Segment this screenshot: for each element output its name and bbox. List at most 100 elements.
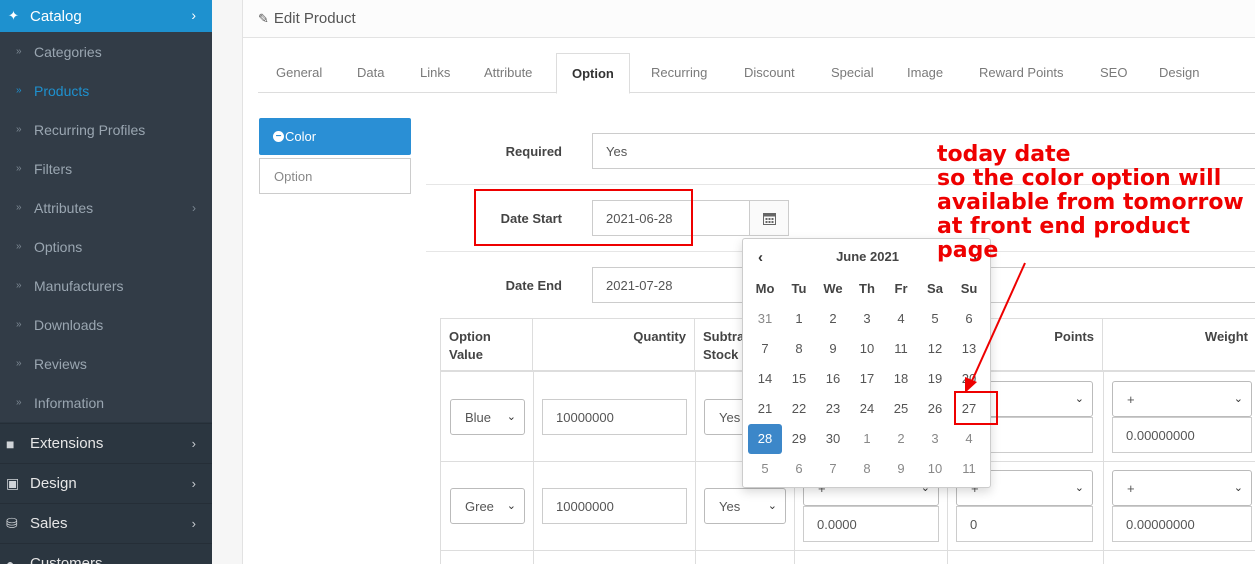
datepicker-day[interactable]: 7 bbox=[748, 334, 782, 364]
datepicker-day[interactable]: 2 bbox=[816, 304, 850, 334]
sidebar-item-label: Sales bbox=[30, 515, 68, 532]
tab-discount[interactable]: Discount bbox=[744, 53, 795, 93]
subtract-select[interactable]: Yes ⌄ bbox=[704, 488, 786, 524]
annotation-arrow bbox=[965, 262, 1026, 393]
datepicker-day[interactable]: 17 bbox=[850, 364, 884, 394]
option-value-select[interactable]: Blue ⌄ bbox=[450, 399, 525, 435]
datepicker-day[interactable]: 31 bbox=[748, 304, 782, 334]
datepicker-day[interactable]: 9 bbox=[884, 454, 918, 484]
datepicker-day[interactable]: 1 bbox=[850, 424, 884, 454]
tag-icon: ✦ bbox=[8, 8, 19, 23]
sidebar-item-label: Information bbox=[34, 394, 105, 411]
datepicker-day[interactable]: 11 bbox=[884, 334, 918, 364]
annotation-line: so the color option will bbox=[937, 166, 1222, 191]
chevron-down-icon: ⌄ bbox=[506, 500, 516, 512]
datepicker-day[interactable]: 4 bbox=[884, 304, 918, 334]
sidebar-item-customers[interactable]: ● Customers bbox=[0, 543, 212, 564]
datepicker-day[interactable]: 8 bbox=[782, 334, 816, 364]
select-value: Gree bbox=[465, 498, 494, 514]
datepicker-day[interactable]: 30 bbox=[816, 424, 850, 454]
tab-data[interactable]: Data bbox=[357, 53, 384, 93]
sidebar-item-design[interactable]: ▣ Design › bbox=[0, 463, 212, 503]
double-chevron-icon: » bbox=[16, 358, 22, 369]
datepicker-day[interactable]: 23 bbox=[816, 394, 850, 424]
datepicker-day[interactable]: 5 bbox=[748, 454, 782, 484]
datepicker-day[interactable]: 15 bbox=[782, 364, 816, 394]
chevron-down-icon: ⌄ bbox=[1074, 482, 1084, 494]
required-label: Required bbox=[505, 144, 562, 159]
tab-special[interactable]: Special bbox=[831, 53, 874, 93]
sidebar-item-sales[interactable]: ⛁ Sales › bbox=[0, 503, 212, 543]
datepicker-day[interactable]: 10 bbox=[918, 454, 952, 484]
tab-option[interactable]: Option bbox=[556, 53, 630, 94]
sidebar-item-label: Recurring Profiles bbox=[34, 121, 146, 138]
tab-links[interactable]: Links bbox=[420, 53, 450, 93]
annotation-box-date-start bbox=[474, 189, 693, 246]
sidebar-item-information[interactable]: » Information bbox=[0, 383, 212, 422]
sidebar-item-filters[interactable]: » Filters bbox=[0, 149, 212, 188]
sidebar-item-categories[interactable]: » Categories bbox=[0, 32, 212, 71]
sidebar-item-manufacturers[interactable]: » Manufacturers bbox=[0, 266, 212, 305]
weight-prefix-select[interactable]: + ⌄ bbox=[1112, 470, 1252, 506]
sidebar-item-recurring-profiles[interactable]: » Recurring Profiles bbox=[0, 110, 212, 149]
sidebar-item-label: Categories bbox=[34, 43, 102, 60]
chevron-right-icon: › bbox=[192, 200, 196, 215]
minus-circle-icon[interactable]: − bbox=[273, 131, 284, 142]
page-title: Edit Product bbox=[273, 10, 356, 27]
chevron-down-icon: ⌄ bbox=[506, 411, 516, 423]
sidebar-item-reviews[interactable]: » Reviews bbox=[0, 344, 212, 383]
datepicker-day[interactable]: 28 bbox=[748, 424, 782, 454]
points-input[interactable]: 0 bbox=[956, 506, 1093, 542]
datepicker-day[interactable]: 10 bbox=[850, 334, 884, 364]
datepicker-day[interactable]: 8 bbox=[850, 454, 884, 484]
tab-design[interactable]: Design bbox=[1159, 53, 1199, 93]
datepicker-day[interactable]: 7 bbox=[816, 454, 850, 484]
datepicker-day[interactable]: 14 bbox=[748, 364, 782, 394]
sidebar-item-options[interactable]: » Options bbox=[0, 227, 212, 266]
sidebar-item-attributes[interactable]: » Attributes › bbox=[0, 188, 212, 227]
datepicker-day[interactable]: 3 bbox=[918, 424, 952, 454]
datepicker-day[interactable]: 4 bbox=[952, 424, 986, 454]
select-value: Blue bbox=[465, 409, 492, 425]
datepicker-day[interactable]: 21 bbox=[748, 394, 782, 424]
weight-input[interactable]: 0.00000000 bbox=[1112, 506, 1252, 542]
datepicker-day[interactable]: 9 bbox=[816, 334, 850, 364]
date-end-label: Date End bbox=[505, 278, 562, 293]
datepicker-day[interactable]: 18 bbox=[884, 364, 918, 394]
calendar-icon bbox=[762, 212, 776, 225]
datepicker-day[interactable]: 11 bbox=[952, 454, 986, 484]
datepicker-day[interactable]: 29 bbox=[782, 424, 816, 454]
sidebar-item-catalog[interactable]: ✦ Catalog › bbox=[0, 0, 212, 32]
tab-attribute[interactable]: Attribute bbox=[484, 53, 532, 93]
pencil-icon: ✎ bbox=[258, 10, 269, 26]
tab-reward-points[interactable]: Reward Points bbox=[979, 53, 1064, 93]
datepicker-day[interactable]: 6 bbox=[782, 454, 816, 484]
datepicker-day[interactable]: 16 bbox=[816, 364, 850, 394]
tab-seo[interactable]: SEO bbox=[1100, 53, 1127, 93]
row-divider bbox=[441, 550, 1255, 551]
price-input[interactable]: 0.0000 bbox=[803, 506, 939, 542]
option-color-button[interactable]: − Color bbox=[259, 118, 411, 155]
datepicker-day[interactable]: 24 bbox=[850, 394, 884, 424]
sidebar-item-downloads[interactable]: » Downloads bbox=[0, 305, 212, 344]
header-quantity: Quantity bbox=[533, 318, 695, 372]
datepicker-day[interactable]: 1 bbox=[782, 304, 816, 334]
weight-input[interactable]: 0.00000000 bbox=[1112, 417, 1252, 453]
datepicker-day[interactable]: 2 bbox=[884, 424, 918, 454]
tab-bar: General Data Links Attribute Option Recu… bbox=[258, 53, 1255, 94]
datepicker-day[interactable]: 3 bbox=[850, 304, 884, 334]
weight-prefix-select[interactable]: + ⌄ bbox=[1112, 381, 1252, 417]
sidebar-item-extensions[interactable]: ■ Extensions › bbox=[0, 423, 212, 463]
tab-recurring[interactable]: Recurring bbox=[651, 53, 707, 93]
option-value-select[interactable]: Gree ⌄ bbox=[450, 488, 525, 524]
option-autocomplete-input[interactable]: Option bbox=[259, 158, 411, 194]
quantity-input[interactable]: 10000000 bbox=[542, 488, 687, 524]
tab-image[interactable]: Image bbox=[907, 53, 943, 93]
sidebar-item-products[interactable]: » Products bbox=[0, 71, 212, 110]
tab-general[interactable]: General bbox=[276, 53, 322, 93]
quantity-input[interactable]: 10000000 bbox=[542, 399, 687, 435]
calendar-button[interactable] bbox=[749, 200, 789, 236]
datepicker-day[interactable]: 25 bbox=[884, 394, 918, 424]
sidebar-item-label: Attributes bbox=[34, 199, 94, 216]
datepicker-day[interactable]: 22 bbox=[782, 394, 816, 424]
